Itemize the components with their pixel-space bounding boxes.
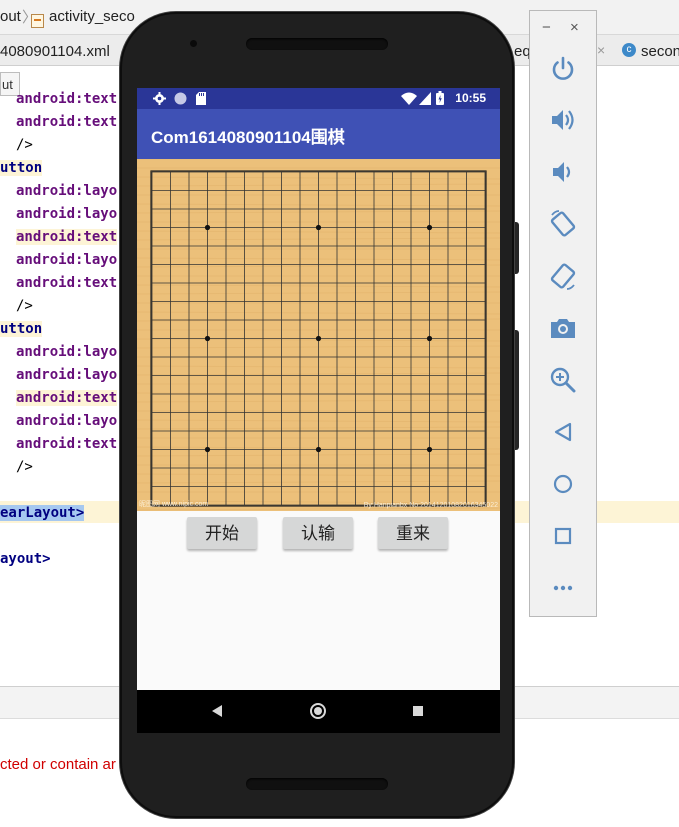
- emulator-overview-button[interactable]: [548, 521, 578, 551]
- star-point: [315, 335, 322, 342]
- star-point: [426, 446, 433, 453]
- power-icon: [552, 56, 574, 80]
- screenshot-button[interactable]: [548, 313, 578, 343]
- star-point: [315, 224, 322, 231]
- recent-apps-icon[interactable]: [413, 706, 423, 716]
- more-button[interactable]: [548, 573, 578, 603]
- camera-icon: [551, 319, 575, 338]
- overview-icon: [554, 527, 572, 545]
- more-icon: [553, 585, 573, 591]
- code-line[interactable]: android:layo: [16, 252, 117, 268]
- zoom-icon: [550, 367, 576, 393]
- code-line[interactable]: android:layo: [16, 206, 117, 222]
- code-line[interactable]: />: [16, 137, 33, 153]
- zoom-button[interactable]: [548, 365, 578, 395]
- star-point: [204, 224, 211, 231]
- go-board[interactable]: 昵图网 www.nipic.com By:Hanpianbx No:201412…: [137, 159, 500, 511]
- wifi-icon: [401, 92, 417, 105]
- signal-icon: [419, 92, 431, 105]
- breadcrumb-file[interactable]: activity_seco: [49, 8, 135, 25]
- star-point: [426, 224, 433, 231]
- app-bar: Com1614080901104围棋: [137, 109, 500, 159]
- rotate-left-icon: [550, 210, 576, 237]
- code-line-selected[interactable]: earLayout>: [0, 505, 85, 521]
- code-line[interactable]: />: [16, 298, 33, 314]
- tab-second-activity[interactable]: secon: [641, 43, 679, 60]
- settings-icon: [153, 92, 166, 105]
- rotate-right-button[interactable]: [548, 261, 578, 291]
- class-icon: c: [622, 43, 636, 57]
- volume-up-button[interactable]: [548, 105, 578, 135]
- star-point: [315, 446, 322, 453]
- code-line-tag[interactable]: utton: [0, 160, 43, 176]
- restart-button[interactable]: 重来: [378, 517, 448, 549]
- code-line[interactable]: android:text: [16, 114, 117, 130]
- tab-layout-xml[interactable]: 4080901104.xml: [0, 43, 110, 60]
- back-icon: [554, 422, 572, 442]
- code-line[interactable]: android:text: [16, 436, 117, 452]
- minimize-button[interactable]: −: [542, 19, 551, 36]
- volume-down-icon: [553, 162, 571, 182]
- home-icon[interactable]: [310, 703, 326, 719]
- breadcrumb-layout[interactable]: out: [0, 8, 21, 25]
- star-point: [204, 446, 211, 453]
- app-title: Com1614080901104围棋: [151, 128, 345, 147]
- rotate-left-button[interactable]: [548, 209, 578, 239]
- watermark-left: 昵图网 www.nipic.com: [139, 501, 209, 508]
- sync-icon: [174, 92, 187, 105]
- start-button[interactable]: 开始: [187, 517, 257, 549]
- emulator-toolbar: − ×: [529, 10, 597, 617]
- top-speaker: [246, 38, 388, 50]
- code-line[interactable]: android:layo: [16, 344, 117, 360]
- status-time: 10:55: [455, 91, 486, 105]
- code-line[interactable]: android:text: [16, 229, 118, 245]
- emulator-back-button[interactable]: [548, 417, 578, 447]
- star-point: [204, 335, 211, 342]
- code-line[interactable]: android:text: [16, 275, 117, 291]
- code-line-tag[interactable]: utton: [0, 321, 43, 337]
- emulator-home-button[interactable]: [548, 469, 578, 499]
- code-line[interactable]: android:layo: [16, 183, 117, 199]
- home-icon: [553, 474, 573, 494]
- bottom-speaker: [246, 778, 388, 790]
- watermark-right: By:Hanpianbx No:20141201082016345022: [363, 502, 498, 509]
- error-message: cted or contain ar: [0, 756, 116, 773]
- sd-card-icon: [196, 92, 206, 105]
- code-line[interactable]: ayout>: [0, 551, 51, 567]
- status-bar: 10:55: [137, 88, 500, 109]
- xml-file-icon: [31, 14, 44, 28]
- code-line[interactable]: android:layo: [16, 413, 117, 429]
- rotate-right-icon: [550, 263, 576, 290]
- navigation-bar: [137, 690, 500, 733]
- resign-button[interactable]: 认输: [283, 517, 353, 549]
- go-board-grid[interactable]: [137, 159, 500, 511]
- star-point: [426, 335, 433, 342]
- code-line[interactable]: android:layo: [16, 367, 117, 383]
- battery-icon: [436, 91, 444, 105]
- front-camera: [190, 40, 197, 47]
- back-icon[interactable]: [212, 705, 222, 717]
- code-line[interactable]: android:text: [16, 390, 118, 406]
- volume-down-button[interactable]: [548, 157, 578, 187]
- phone-screen: 10:55 Com1614080901104围棋 昵图网 www.nipic.c…: [137, 88, 500, 733]
- close-button[interactable]: ×: [570, 19, 579, 36]
- code-line[interactable]: />: [16, 459, 33, 475]
- tab-close-icon[interactable]: ×: [597, 42, 605, 58]
- button-row: 开始 认输 重来: [137, 511, 500, 555]
- power-button[interactable]: [548, 53, 578, 83]
- code-line[interactable]: android:text: [16, 91, 117, 107]
- volume-up-icon: [552, 110, 574, 130]
